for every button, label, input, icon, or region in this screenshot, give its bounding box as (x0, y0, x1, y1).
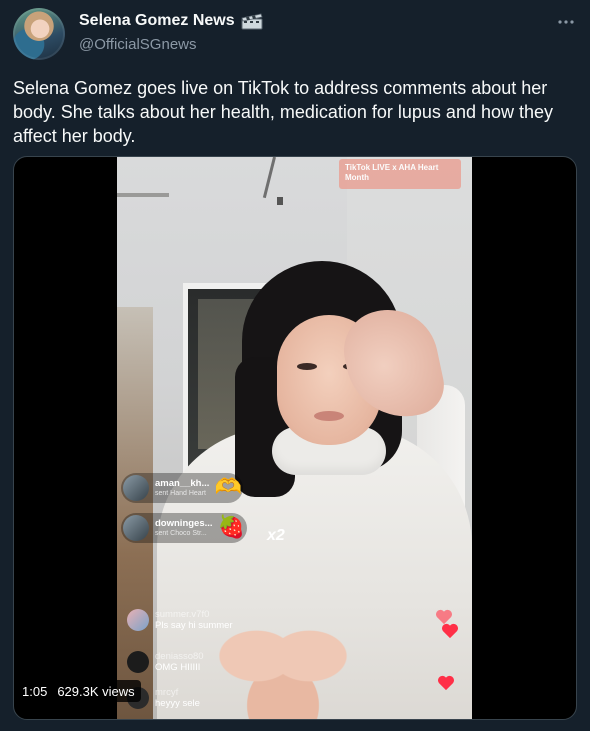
video-views: 629.3K views (57, 683, 135, 699)
video-frame: TikTok LIVE x AHA Heart Month aman__kh..… (117, 157, 472, 719)
comment-avatar (127, 651, 149, 673)
video-duration: 1:05 (22, 683, 48, 699)
comment-user: deniasso80 (155, 651, 204, 662)
comment: deniasso80 OMG HIIIII (127, 651, 204, 674)
handle[interactable]: @OfficialSGnews (79, 36, 197, 53)
comment-text: OMG HIIIII (155, 662, 201, 673)
author-row: Selena Gomez News (79, 12, 263, 30)
comment-user: summer.v7f0 (155, 609, 210, 620)
gift-sent: sent Hand Heart (155, 490, 206, 497)
avatar[interactable] (13, 8, 65, 60)
strawberry-icon: 🍓 (217, 514, 246, 539)
video-stats: 1:05 629.3K views (16, 680, 141, 702)
heart-icon (442, 623, 458, 639)
gift-user: aman__kh... (155, 478, 210, 489)
hand-heart-icon: 🫶 (214, 474, 243, 499)
display-name[interactable]: Selena Gomez News (79, 12, 235, 30)
comment-user: mrcyf (155, 687, 179, 698)
gift-notification: downinges... sent Choco Str... 🍓 (121, 513, 247, 543)
gift-sent: sent Choco Str... (155, 530, 207, 537)
tweet-text: Selena Gomez goes live on TikTok to addr… (13, 78, 554, 146)
comment-avatar (127, 609, 149, 631)
gift-notification: aman__kh... sent Hand Heart 🫶 (121, 473, 244, 503)
tiktok-live-banner: TikTok LIVE x AHA Heart Month (339, 159, 461, 189)
video-player[interactable]: TikTok LIVE x AHA Heart Month aman__kh..… (13, 156, 577, 720)
comment-text: heyyy sele (155, 698, 200, 709)
comment-text: Pls say hi summer (155, 620, 233, 631)
more-icon[interactable] (554, 10, 578, 34)
gift-user: downinges... (155, 518, 213, 529)
gift-multiplier: x2 (267, 527, 285, 544)
gift-avatar (123, 475, 149, 501)
gift-avatar (123, 515, 149, 541)
clapper-board-icon (241, 13, 263, 29)
comment: summer.v7f0 Pls say hi summer (127, 609, 233, 632)
heart-icon (438, 675, 454, 691)
